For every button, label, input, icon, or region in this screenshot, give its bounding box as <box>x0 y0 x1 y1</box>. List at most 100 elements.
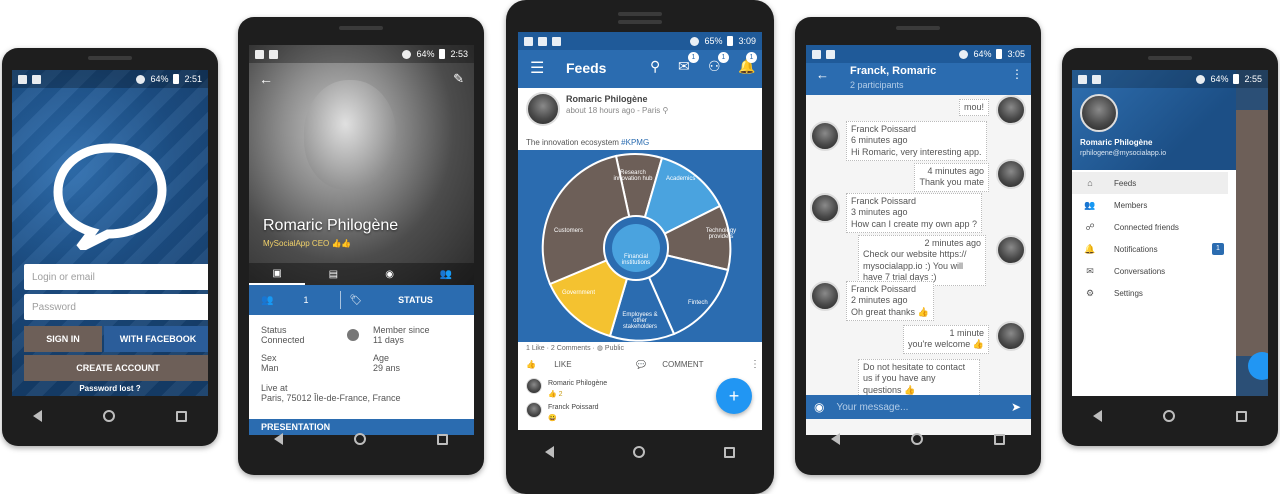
message-bubble: Franck Poissard 3 minutes ago How can I … <box>846 193 983 233</box>
innovation-wheel-image[interactable]: Research innovation hub Academics Techno… <box>518 150 762 342</box>
comment-icon: 💬 <box>636 360 646 369</box>
phone-drawer: 64% 2:55 Romaric Philogène rphilogene@my… <box>1062 48 1278 446</box>
feeds-title: Feeds <box>566 60 607 76</box>
wheel-label-academics: Academics <box>666 176 696 182</box>
profile-photo-person <box>304 80 396 190</box>
tab-feed[interactable]: ▤ <box>305 263 361 285</box>
drawer-item-settings[interactable]: ⚙ Settings <box>1072 282 1228 304</box>
drawer-item-conversations[interactable]: ✉ Conversations <box>1072 260 1228 282</box>
password-field[interactable]: Password <box>24 294 208 320</box>
sign-in-button[interactable]: SIGN IN <box>24 326 102 352</box>
chat-screen: 64% 3:05 ← Franck, Romaric 2 participant… <box>806 45 1031 435</box>
message-text: Thank you mate <box>919 177 984 188</box>
notification-icon <box>812 49 821 59</box>
create-account-button[interactable]: CREATE ACCOUNT <box>24 355 208 381</box>
status-button[interactable]: STATUS <box>398 295 433 305</box>
home-icon[interactable] <box>910 433 923 445</box>
drawer-avatar[interactable] <box>1080 94 1118 132</box>
tab-profile[interactable]: ▣ <box>249 263 306 285</box>
edit-pencil-icon[interactable]: ✎ <box>453 71 464 87</box>
clock: 2:51 <box>184 74 202 84</box>
wheel-label-research: Research innovation hub <box>613 170 653 182</box>
post-author-avatar[interactable] <box>526 92 560 126</box>
friends-status-row: 👥 1 🏷 STATUS <box>249 285 474 315</box>
battery-level: 64% <box>1210 74 1229 84</box>
more-options-icon[interactable]: ⋮ <box>1011 67 1023 81</box>
back-icon[interactable] <box>273 433 283 445</box>
home-icon[interactable] <box>102 410 115 422</box>
add-post-fab[interactable]: + <box>716 378 752 414</box>
message-input[interactable]: Your message... <box>836 402 1010 413</box>
id-card-icon: ▣ <box>272 267 282 279</box>
like-button[interactable]: 👍 LIKE <box>526 360 572 369</box>
wheel-label-technology: Technology providers <box>705 228 737 240</box>
android-nav-bar <box>1062 406 1278 426</box>
menu-icon[interactable]: ☰ <box>530 58 544 78</box>
recent-apps-icon[interactable] <box>994 433 1006 445</box>
message-time: 4 minutes ago <box>927 166 984 176</box>
facebook-login-button[interactable]: WITH FACEBOOK <box>104 326 208 352</box>
recent-apps-icon[interactable] <box>437 433 449 445</box>
notification-icon <box>826 49 835 59</box>
back-arrow-icon[interactable]: ← <box>816 67 829 82</box>
battery-level: 64% <box>416 49 435 59</box>
chat-message: 4 minutes ago Thank you mate <box>914 163 989 192</box>
message-time: 1 minute <box>949 328 984 338</box>
forgot-password-link[interactable]: Password lost ? <box>12 384 208 393</box>
tab-friends[interactable]: 👥 <box>418 263 474 285</box>
back-icon[interactable] <box>1092 410 1102 422</box>
drawer-screen: 64% 2:55 Romaric Philogène rphilogene@my… <box>1072 70 1268 396</box>
home-icon[interactable] <box>632 446 645 458</box>
drawer-item-label: Conversations <box>1114 266 1166 276</box>
chat-message: Franck Poissard 2 minutes ago Oh great t… <box>846 281 934 321</box>
comments-count[interactable]: 2 Comments <box>551 345 591 352</box>
likes-count[interactable]: 1 Like <box>526 345 545 352</box>
comment2-avatar[interactable] <box>526 402 542 418</box>
comment1-text: 👍 2 <box>548 391 563 398</box>
globe-icon: ◍ <box>596 345 603 352</box>
divider <box>340 291 342 309</box>
back-icon[interactable] <box>545 446 555 458</box>
comment1-author[interactable]: Romaric Philogène <box>548 380 607 387</box>
friends-count: 1 <box>303 295 309 305</box>
drawer-item-feeds[interactable]: ⌂ Feeds <box>1072 172 1228 194</box>
email-field[interactable]: Login or email <box>24 264 208 290</box>
post-author[interactable]: Romaric Philogène <box>566 94 648 104</box>
back-icon[interactable] <box>830 433 840 445</box>
camera-icon[interactable]: ◉ <box>814 400 824 414</box>
home-icon[interactable] <box>1162 410 1175 422</box>
message-author: Franck Poissard <box>851 284 917 294</box>
drawer-item-members[interactable]: 👥 Members <box>1072 194 1228 216</box>
avatar <box>996 321 1026 351</box>
comment-button[interactable]: 💬 COMMENT <box>636 360 704 369</box>
age-value: 29 ans <box>373 363 401 373</box>
phone-login: 64% 2:51 Login or email Password SIGN IN… <box>2 48 218 446</box>
drawer-item-notifications[interactable]: 🔔 Notifications 1 <box>1072 238 1228 260</box>
recent-apps-icon[interactable] <box>1236 410 1248 422</box>
comment1-avatar[interactable] <box>526 378 542 394</box>
age-label: Age <box>373 353 390 363</box>
more-options-icon[interactable]: ⋮ <box>750 359 760 370</box>
recent-apps-icon[interactable] <box>176 410 188 422</box>
clock: 2:55 <box>1244 74 1262 84</box>
home-icon[interactable] <box>353 433 366 445</box>
status-label: Status <box>261 325 287 335</box>
recent-apps-icon[interactable] <box>723 446 735 458</box>
camera-icon: ◉ <box>385 268 394 280</box>
back-arrow-icon[interactable]: ← <box>259 71 273 87</box>
avatar <box>810 121 840 151</box>
tab-photos[interactable]: ◉ <box>362 263 418 285</box>
mail-icon: ✉ <box>1086 265 1094 276</box>
chat-message: Franck Poissard 6 minutes ago Hi Romaric… <box>846 121 987 161</box>
post-hashtag[interactable]: #KPMG <box>621 138 649 147</box>
send-icon[interactable]: ➤ <box>1011 400 1021 414</box>
search-icon[interactable]: ⚲ <box>650 58 660 75</box>
fab-behind-drawer <box>1248 352 1268 380</box>
chat-message: 1 minute you're welcome 👍 <box>903 325 989 354</box>
notifications-badge: 1 <box>1212 243 1224 255</box>
status-dot-icon <box>347 329 359 341</box>
back-icon[interactable] <box>32 410 42 422</box>
drawer-item-connected-friends[interactable]: ☍ Connected friends <box>1072 216 1228 238</box>
comment2-author[interactable]: Franck Poissard <box>548 404 599 411</box>
wheel-label-government: Government <box>562 290 596 296</box>
